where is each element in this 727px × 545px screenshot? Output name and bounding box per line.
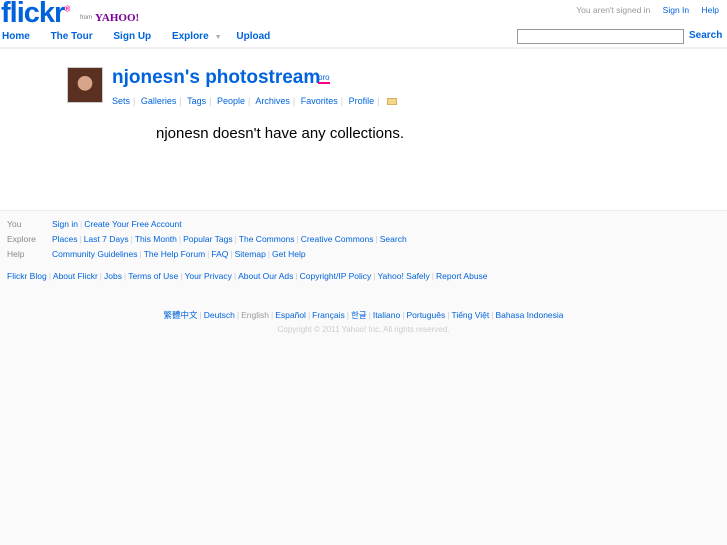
footer-link-places[interactable]: Places	[52, 234, 78, 244]
language-9[interactable]: Bahasa Indonesia	[495, 310, 563, 320]
footer-row-label: You	[7, 219, 22, 229]
subnav-sets[interactable]: Sets	[112, 96, 130, 106]
footer-link-get-help[interactable]: Get Help	[272, 249, 306, 259]
footer-row-help: Help Community Guidelines | The Help Forum |…	[7, 249, 306, 259]
nav-the-tour[interactable]: The Tour	[51, 31, 93, 42]
nav-home[interactable]: Home	[2, 31, 30, 42]
footer-link-creative-commons[interactable]: Creative Commons	[301, 234, 374, 244]
photostream-subnav: Sets | Galleries | Tags | People | Archives |…	[112, 96, 397, 106]
footer-link-the-help-forum[interactable]: The Help Forum	[144, 249, 205, 259]
flickr-logo[interactable]: flickr®	[1, 0, 70, 30]
footer-link-terms-of-use[interactable]: Terms of Use	[128, 271, 178, 281]
footer-link-report-abuse[interactable]: Report Abuse	[436, 271, 488, 281]
nav-sign-up[interactable]: Sign Up	[113, 31, 151, 42]
footer-row-label: Explore	[7, 234, 36, 244]
footer-link-about-our-ads[interactable]: About Our Ads	[238, 271, 293, 281]
pro-badge[interactable]: pro	[318, 73, 330, 84]
nav-upload[interactable]: Upload	[236, 31, 270, 42]
header-divider	[0, 47, 727, 49]
footer-link-faq[interactable]: FAQ	[211, 249, 228, 259]
language-0[interactable]: 繁體中文	[163, 310, 197, 320]
footer-row-label: Help	[7, 249, 25, 259]
footer-link-copyright-ip-policy[interactable]: Copyright/IP Policy	[300, 271, 372, 281]
subnav-tags[interactable]: Tags	[187, 96, 206, 106]
page-title[interactable]: njonesn's photostream	[112, 67, 320, 89]
subnav-people[interactable]: People	[217, 96, 245, 106]
language-1[interactable]: Deutsch	[204, 310, 235, 320]
language-5[interactable]: 한글	[351, 310, 367, 320]
copyright: Copyright © 2011 Yahoo! Inc. All rights …	[277, 325, 450, 334]
main-nav: Home The Tour Sign Up Explore ▼ Upload	[2, 31, 288, 42]
footer-link-last-7-days[interactable]: Last 7 Days	[84, 234, 129, 244]
language-8[interactable]: Tiếng Việt	[451, 310, 489, 320]
footer: You Sign in | Create Your Free Account Explo…	[0, 210, 727, 545]
search-button[interactable]: Search	[689, 30, 722, 41]
language-6[interactable]: Italiano	[373, 310, 400, 320]
empty-collections-message: njonesn doesn't have any collections.	[156, 125, 405, 142]
footer-link-flickr-blog[interactable]: Flickr Blog	[7, 271, 47, 281]
subnav-archives[interactable]: Archives	[255, 96, 290, 106]
chevron-down-icon[interactable]: ▼	[215, 34, 222, 41]
language-7[interactable]: Português	[406, 310, 445, 320]
footer-row-explore: Explore Places | Last 7 Days | This Month | Pop…	[7, 234, 407, 244]
footer-link-search[interactable]: Search	[380, 234, 407, 244]
footer-link-popular-tags[interactable]: Popular Tags	[183, 234, 232, 244]
subnav-galleries[interactable]: Galleries	[141, 96, 177, 106]
search-input[interactable]	[517, 29, 684, 44]
top-right-bar: You aren't signed in Sign In Help	[576, 5, 719, 15]
language-list: 繁體中文 | Deutsch | English | Español | Français | 한글…	[163, 310, 564, 320]
footer-misc-links: Flickr Blog | About Flickr | Jobs | Terms of U…	[7, 271, 488, 281]
logo-text: flickr	[1, 0, 65, 29]
yahoo-logo: YAHOO!	[95, 12, 140, 24]
language-3[interactable]: Español	[275, 310, 306, 320]
avatar[interactable]	[67, 67, 103, 103]
footer-link-jobs[interactable]: Jobs	[104, 271, 122, 281]
from-label: from	[80, 15, 92, 21]
help-link[interactable]: Help	[702, 5, 719, 15]
subnav-profile[interactable]: Profile	[349, 96, 375, 106]
footer-link-sitemap[interactable]: Sitemap	[235, 249, 266, 259]
footer-link-yahoo-safely[interactable]: Yahoo! Safely	[378, 271, 430, 281]
subnav-favorites[interactable]: Favorites	[301, 96, 338, 106]
sign-in-link[interactable]: Sign In	[663, 5, 689, 15]
language-4[interactable]: Français	[312, 310, 345, 320]
language-2[interactable]: English	[241, 310, 269, 320]
signin-status: You aren't signed in	[576, 5, 651, 15]
footer-link-sign-in[interactable]: Sign in	[52, 219, 78, 229]
footer-link-create-your-free-account[interactable]: Create Your Free Account	[84, 219, 181, 229]
footer-link-community-guidelines[interactable]: Community Guidelines	[52, 249, 138, 259]
footer-link-about-flickr[interactable]: About Flickr	[53, 271, 98, 281]
nav-explore[interactable]: Explore	[172, 31, 209, 42]
footer-link-this-month[interactable]: This Month	[135, 234, 177, 244]
mail-icon[interactable]	[386, 98, 397, 106]
footer-link-the-commons[interactable]: The Commons	[239, 234, 295, 244]
logo-registered: ®	[64, 4, 70, 14]
footer-link-your-privacy[interactable]: Your Privacy	[184, 271, 231, 281]
footer-row-you: You Sign in | Create Your Free Account	[7, 219, 182, 229]
